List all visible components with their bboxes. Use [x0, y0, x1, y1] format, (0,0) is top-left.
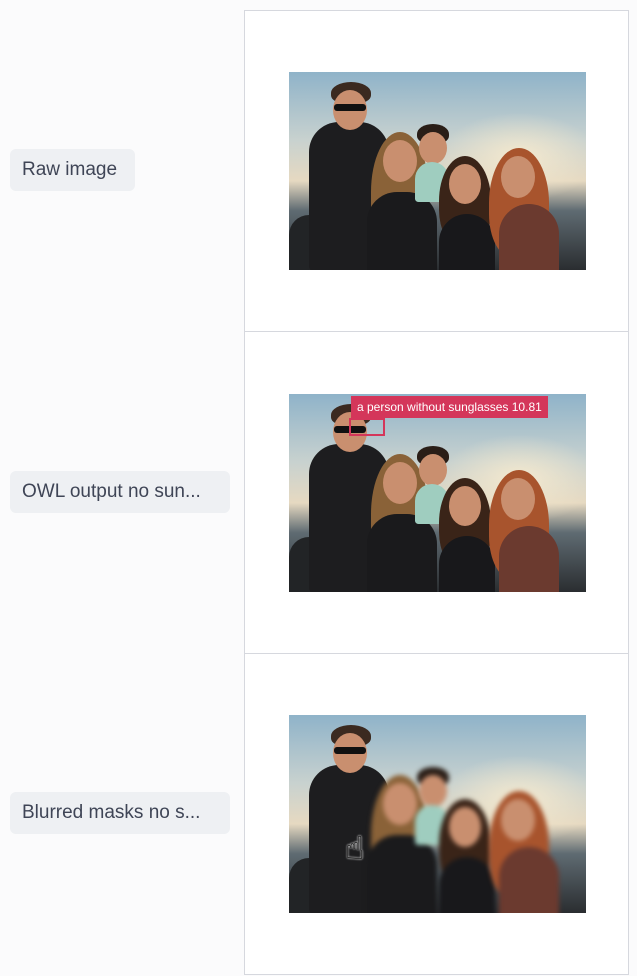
image-cell-raw — [244, 10, 629, 332]
detection-box — [349, 418, 385, 436]
row-label-owl-output: OWL output no sun... — [10, 471, 230, 513]
group-photo-blurred[interactable] — [289, 715, 586, 913]
image-cell-blurred-masks: ☝ — [244, 653, 629, 975]
detection-label: a person without sunglasses 10.81 — [351, 396, 548, 418]
image-cell-owl-output: a person without sunglasses 10.81 — [244, 331, 629, 654]
hand-pointer-icon: ☝ — [345, 830, 365, 866]
row-label-blurred-masks: Blurred masks no s... — [10, 792, 230, 834]
row-label-raw-image: Raw image — [10, 149, 135, 191]
group-photo-raw[interactable] — [289, 72, 586, 270]
group-photo-owl[interactable]: a person without sunglasses 10.81 — [289, 394, 586, 592]
